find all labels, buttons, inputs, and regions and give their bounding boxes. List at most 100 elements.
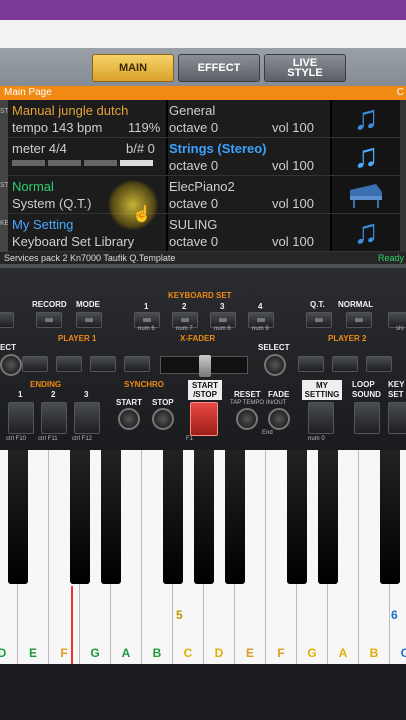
- select-left-knob[interactable]: [0, 354, 22, 376]
- my-setting-button[interactable]: [308, 402, 334, 434]
- piano-icon: [350, 183, 382, 208]
- record-label: RECORD: [32, 300, 67, 309]
- part-1-icon-cell[interactable]: ♫: [332, 99, 400, 137]
- note-label: E: [245, 646, 254, 660]
- right-edge-bar: [400, 100, 406, 252]
- part-cell-1[interactable]: General octave 0 vol 100: [168, 100, 330, 137]
- part-2-icon-cell[interactable]: ♫: [332, 137, 400, 175]
- keyboard-set-label: KEYBOARD SET: [168, 291, 232, 300]
- ending-sub-3: ctrl F12: [72, 436, 93, 442]
- system-mode: Normal: [12, 179, 54, 194]
- end-label: End: [262, 430, 273, 436]
- black-key[interactable]: [318, 450, 338, 584]
- player2-rewind-button[interactable]: [298, 356, 324, 372]
- part-cell-3[interactable]: ElecPiano2 octave 0 vol 100: [168, 176, 330, 213]
- x-fader[interactable]: [160, 355, 248, 377]
- player2-label: PLAYER 2: [328, 334, 367, 343]
- black-key[interactable]: [194, 450, 214, 584]
- tap-tempo-label: TAP TEMPO: [230, 400, 265, 406]
- black-key[interactable]: [101, 450, 121, 584]
- note-label: D: [0, 646, 7, 660]
- part-cell-2[interactable]: Strings (Stereo) octave 0 vol 100: [168, 138, 330, 175]
- key-signature: b/# 0: [126, 141, 155, 156]
- top-bar: [0, 0, 406, 20]
- ks-sub-3: num 8: [214, 326, 231, 332]
- ending-2-button[interactable]: [41, 402, 67, 434]
- piano-keyboard: D E F G A B C D E F G A B C 5 6: [0, 450, 406, 664]
- player1-stop-button[interactable]: [124, 356, 150, 372]
- fade-label: FADE: [268, 390, 290, 399]
- part-4-icon-cell[interactable]: ♫: [332, 213, 400, 251]
- side-label-bar: STYLE STS KBD: [0, 100, 22, 252]
- part-cell-4[interactable]: SULING octave 0 vol 100: [168, 214, 330, 251]
- system-name: System (Q.T.): [12, 196, 92, 211]
- inout-label: IN/OUT: [266, 400, 287, 406]
- ending-num-3: 3: [84, 390, 89, 399]
- style-cell[interactable]: Manual jungle dutch tempo 143 bpm 119%: [8, 100, 166, 137]
- sync-start-button[interactable]: [118, 408, 140, 430]
- black-key[interactable]: [70, 450, 90, 584]
- tempo-percent: 119%: [128, 120, 161, 135]
- tab-main[interactable]: MAIN: [92, 54, 174, 82]
- hand-cursor-icon: ☝: [132, 206, 152, 223]
- num0-label: num 0: [308, 436, 325, 442]
- player1-forward-button[interactable]: [56, 356, 82, 372]
- music-note-icon: ♫: [353, 137, 379, 175]
- x-fader-handle[interactable]: [199, 355, 211, 377]
- normal-button[interactable]: [346, 312, 372, 328]
- black-key[interactable]: [163, 450, 183, 584]
- mode-label: MODE: [76, 300, 100, 309]
- black-key[interactable]: [225, 450, 245, 584]
- player1-play-button[interactable]: [90, 356, 116, 372]
- start-stop-button[interactable]: [190, 402, 218, 436]
- ks-sub-4: num 9: [252, 326, 269, 332]
- record-button[interactable]: [36, 312, 62, 328]
- sync-stop-button[interactable]: [152, 408, 174, 430]
- page-title-right: C: [396, 87, 404, 98]
- side-label-sts: STS: [0, 182, 14, 189]
- tab-live-style[interactable]: LIVE STYLE: [264, 54, 346, 82]
- style-row[interactable]: Manual jungle dutch tempo 143 bpm 119% G…: [8, 99, 400, 138]
- sound-label: SOUND: [352, 390, 381, 399]
- part-3-icon-cell[interactable]: [332, 176, 400, 213]
- part-3-octave: octave 0: [169, 196, 219, 211]
- ending-3-button[interactable]: [74, 402, 100, 434]
- mode-button[interactable]: [76, 312, 102, 328]
- player2-play-button[interactable]: [366, 356, 392, 372]
- part-4-name: SULING: [169, 217, 218, 232]
- ks-num-2: 2: [182, 302, 187, 311]
- key-set-button[interactable]: [388, 402, 406, 434]
- player1-rewind-button[interactable]: [22, 356, 48, 372]
- black-key[interactable]: [287, 450, 307, 584]
- meter-cell[interactable]: meter 4/4 b/# 0: [8, 138, 166, 175]
- fade-inout-button[interactable]: [268, 408, 290, 430]
- left-cut-button[interactable]: [0, 312, 14, 328]
- note-label: A: [338, 646, 348, 660]
- setting-row[interactable]: My Setting Keyboard Set Library SULING o…: [8, 213, 400, 252]
- status-bar: Services pack 2 Kn7000 Taufik Q.Template…: [0, 252, 406, 264]
- my-setting-label: MY SETTING: [302, 380, 342, 400]
- reset-button[interactable]: [236, 408, 258, 430]
- note-label: C: [183, 646, 193, 660]
- part-1-octave: octave 0: [169, 120, 219, 135]
- loop-sound-button[interactable]: [354, 402, 380, 434]
- select-right-knob[interactable]: [264, 354, 286, 376]
- part-2-octave: octave 0: [169, 158, 219, 173]
- black-key[interactable]: [380, 450, 400, 584]
- note-label: C: [400, 646, 406, 660]
- beat-4: [120, 160, 153, 166]
- player2-forward-button[interactable]: [332, 356, 358, 372]
- beat-1: [12, 160, 45, 166]
- ending-sub-1: ctrl F10: [6, 436, 27, 442]
- ending-1-button[interactable]: [8, 402, 34, 434]
- tempo-value: tempo 143 bpm: [12, 120, 103, 135]
- qt-button[interactable]: [306, 312, 332, 328]
- f1-label: F1: [186, 436, 194, 442]
- system-row[interactable]: Normal System (Q.T.) ElecPiano2 octave 0…: [8, 176, 400, 214]
- tab-effect[interactable]: EFFECT: [178, 54, 260, 82]
- note-label: B: [369, 646, 379, 660]
- meter-row[interactable]: meter 4/4 b/# 0 Strings (Stereo) octave …: [8, 137, 400, 176]
- black-key[interactable]: [8, 450, 28, 584]
- normal-label: NORMAL: [338, 300, 374, 309]
- sync-start-label: START: [116, 398, 143, 407]
